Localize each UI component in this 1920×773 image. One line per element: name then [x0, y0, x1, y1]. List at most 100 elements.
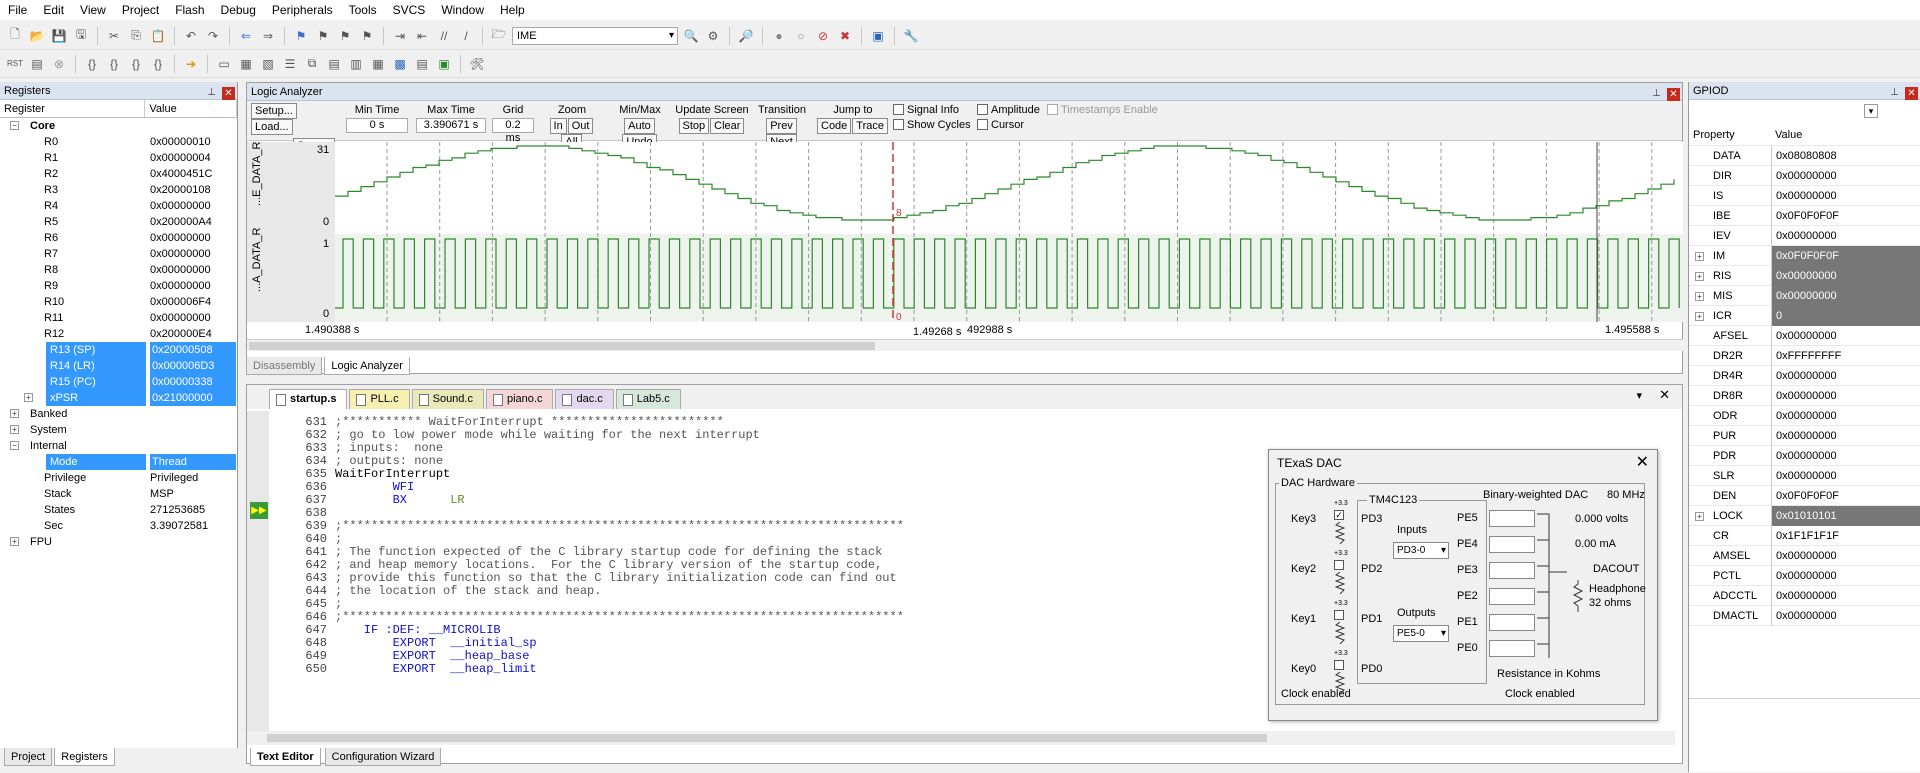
nav-forward-icon[interactable]: ⇒ — [259, 27, 277, 45]
register-r13[interactable]: R13 (SP) 0x20000508 — [0, 342, 237, 358]
gpio-row-is[interactable]: IS 0x00000000 — [1689, 186, 1920, 206]
menu-window[interactable]: Window — [433, 0, 492, 20]
indent-icon[interactable]: ⇥ — [391, 27, 409, 45]
register-r7[interactable]: R7 0x00000000 — [0, 246, 237, 262]
internal-sec[interactable]: Sec 3.39072581 — [0, 518, 237, 534]
register-r12[interactable]: R12 0x200000E4 — [0, 326, 237, 342]
register-r2[interactable]: R2 0x4000451C — [0, 166, 237, 182]
key-checkbox[interactable] — [1334, 560, 1344, 570]
zoom-in-button[interactable]: In — [549, 118, 567, 134]
call-stack-icon[interactable]: ⧉ — [303, 55, 321, 73]
bookmark-next-icon[interactable]: ⚑ — [336, 27, 354, 45]
gpio-row-lock[interactable]: + LOCK 0x01010101 — [1689, 506, 1920, 526]
code-line[interactable]: EXPORT __heap_base — [335, 649, 530, 663]
menu-tools[interactable]: Tools — [341, 0, 385, 20]
bookmark-prev-icon[interactable]: ⚑ — [314, 27, 332, 45]
register-value[interactable]: Privileged — [150, 470, 198, 486]
file-tab-dac-c[interactable]: dac.c — [555, 389, 614, 409]
property-value[interactable]: 0x00000000 — [1771, 266, 1920, 286]
gpio-row-ibe[interactable]: IBE 0x0F0F0F0F — [1689, 206, 1920, 226]
la-scroll-thumb[interactable] — [249, 342, 875, 350]
property-value[interactable]: 0x00000000 — [1771, 586, 1920, 606]
editor-hscroll[interactable] — [247, 731, 1675, 745]
registers-window-icon[interactable]: ☰ — [281, 55, 299, 73]
code-line[interactable]: ; provide this function so that the C li… — [335, 571, 897, 585]
gpio-row-amsel[interactable]: AMSEL 0x00000000 — [1689, 546, 1920, 566]
file-tab-startup-s[interactable]: startup.s — [269, 389, 348, 409]
internal-privilege[interactable]: Privilege Privileged — [0, 470, 237, 486]
register-value[interactable]: MSP — [150, 486, 174, 502]
register-value[interactable]: 0x000006D3 — [150, 358, 236, 374]
property-value[interactable]: 0x00000000 — [1771, 326, 1920, 346]
code-line[interactable]: ; go to low power mode while waiting for… — [335, 428, 760, 442]
gpio-row-odr[interactable]: ODR 0x00000000 — [1689, 406, 1920, 426]
key-checkbox[interactable] — [1334, 610, 1344, 620]
property-value[interactable]: 0x00000000 — [1771, 606, 1920, 626]
register-value[interactable]: 0x20000508 — [150, 342, 236, 358]
register-value[interactable]: 0x00000004 — [150, 150, 211, 166]
expand-icon[interactable]: + — [10, 537, 19, 546]
expand-icon[interactable]: + — [24, 393, 33, 402]
timestamps-checkbox[interactable] — [1047, 104, 1058, 115]
step-out-icon[interactable]: {} — [127, 55, 145, 73]
file-tab-pll-c[interactable]: PLL.c — [349, 389, 410, 409]
property-value[interactable]: 0xFFFFFFFF — [1771, 346, 1920, 366]
signal2-name[interactable]: ...A_DATA_R — [251, 228, 263, 292]
register-r5[interactable]: R5 0x200000A4 — [0, 214, 237, 230]
register-value[interactable]: 0x21000000 — [150, 390, 236, 406]
tab-logic-analyzer[interactable]: Logic Analyzer — [324, 357, 410, 375]
waveform-plot[interactable]: 80 — [335, 142, 1683, 322]
cursor-checkbox[interactable] — [977, 119, 988, 130]
register-value[interactable]: Thread — [150, 454, 236, 470]
menu-edit[interactable]: Edit — [35, 0, 72, 20]
close-icon[interactable]: ✕ — [1667, 87, 1680, 101]
code-line[interactable]: ; and heap memory locations. For the C l… — [335, 558, 882, 572]
cut-icon[interactable]: ✂ — [105, 27, 123, 45]
property-value[interactable]: 0x00000000 — [1771, 546, 1920, 566]
key-checkbox[interactable] — [1334, 660, 1344, 670]
show-next-statement-icon[interactable]: ➔ — [182, 55, 200, 73]
col-property[interactable]: Property — [1693, 124, 1735, 146]
window-layout-icon[interactable]: ▣ — [869, 27, 887, 45]
menu-debug[interactable]: Debug — [213, 0, 264, 20]
menu-flash[interactable]: Flash — [167, 0, 212, 20]
code-line[interactable]: ; the location of the stack and heap. — [335, 584, 601, 598]
find-icon[interactable]: 🔍 — [682, 27, 700, 45]
serial-window-icon[interactable]: ▦ — [369, 55, 387, 73]
resistor-input[interactable] — [1489, 614, 1535, 631]
command-window-icon[interactable]: ▭ — [215, 55, 233, 73]
register-r11[interactable]: R11 0x00000000 — [0, 310, 237, 326]
watch-window-icon[interactable]: ▤ — [325, 55, 343, 73]
code-line[interactable]: ; inputs: none — [335, 441, 443, 455]
code-line[interactable]: ; outputs: none — [335, 454, 443, 468]
register-xpsr[interactable]: + xPSR 0x21000000 — [0, 390, 237, 406]
prev-button[interactable]: Prev — [766, 118, 797, 134]
expand-icon[interactable]: − — [10, 441, 19, 450]
expand-icon[interactable]: + — [1695, 272, 1704, 281]
gpio-row-ris[interactable]: + RIS 0x00000000 — [1689, 266, 1920, 286]
property-value[interactable]: 0x00000000 — [1771, 366, 1920, 386]
code-line[interactable]: ; — [335, 597, 342, 611]
register-r1[interactable]: R1 0x00000004 — [0, 150, 237, 166]
trace-button[interactable]: Trace — [852, 118, 889, 134]
find-in-files-icon[interactable]: 🗁 — [490, 27, 508, 45]
property-value[interactable]: 0x00000000 — [1771, 446, 1920, 466]
resistor-input[interactable] — [1489, 510, 1535, 527]
tab-configuration-wizard[interactable]: Configuration Wizard — [324, 748, 442, 766]
pin-icon[interactable]: ⊥ — [207, 84, 216, 102]
outputs-select[interactable]: PE5-0 — [1393, 625, 1449, 642]
breakpoint-disable-all-icon[interactable]: ⊘ — [814, 27, 832, 45]
system-group[interactable]: + System — [0, 422, 237, 438]
la-scrollbar[interactable] — [247, 339, 1683, 351]
menu-svcs[interactable]: SVCS — [385, 0, 434, 20]
find-combo[interactable]: IME — [512, 26, 678, 45]
gpio-row-pctl[interactable]: PCTL 0x00000000 — [1689, 566, 1920, 586]
auto-button[interactable]: Auto — [624, 118, 655, 134]
bookmark-clear-icon[interactable]: ⚑ — [358, 27, 376, 45]
tabs-dropdown-icon[interactable]: ▾ — [1636, 389, 1642, 402]
gpio-row-afsel[interactable]: AFSEL 0x00000000 — [1689, 326, 1920, 346]
banked-group[interactable]: + Banked — [0, 406, 237, 422]
tab-project[interactable]: Project — [4, 748, 53, 766]
internal-group[interactable]: − Internal — [0, 438, 237, 454]
code-line[interactable]: EXPORT __heap_limit — [335, 662, 537, 676]
